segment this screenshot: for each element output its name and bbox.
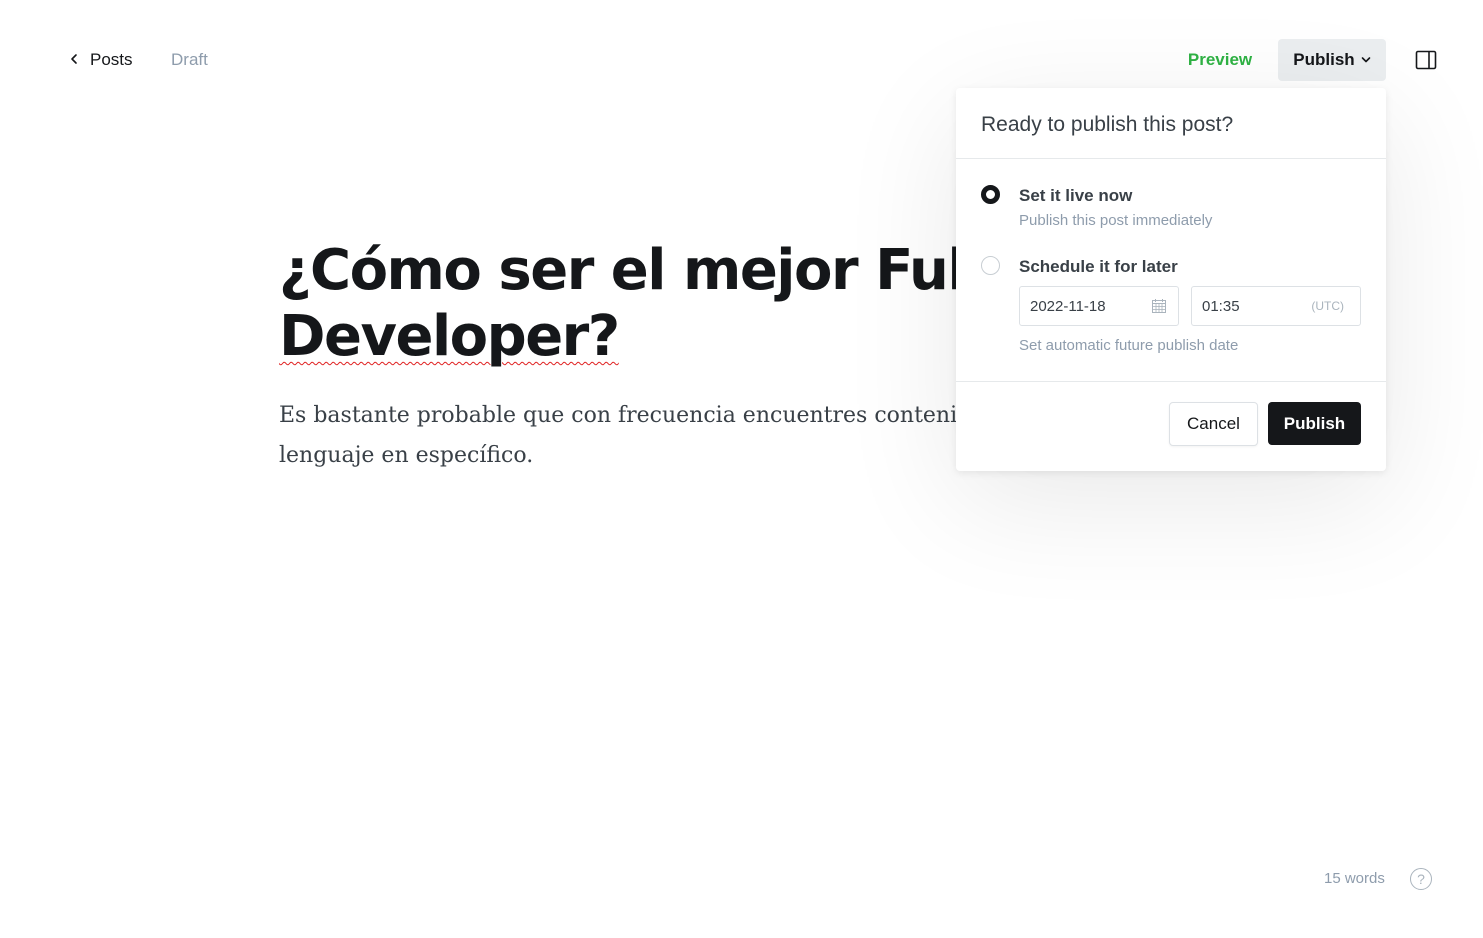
- schedule-date-value: 2022-11-18: [1030, 297, 1106, 315]
- publish-menu-button[interactable]: Publish: [1278, 39, 1386, 81]
- editor-page: Posts Draft Preview Publish ¿Cómo ser el…: [0, 0, 1483, 938]
- post-status-label: Draft: [171, 50, 208, 69]
- chevron-left-icon: [68, 50, 80, 70]
- help-icon[interactable]: ?: [1410, 868, 1432, 890]
- post-title-misspelled-word: Developer?: [279, 304, 620, 369]
- popover-divider: [956, 158, 1386, 159]
- word-count: 15 words: [1324, 870, 1385, 887]
- option-schedule-label[interactable]: Schedule it for later: [1019, 257, 1178, 277]
- calendar-icon[interactable]: [1151, 298, 1167, 314]
- publish-menu-label: Publish: [1293, 50, 1355, 69]
- confirm-publish-button[interactable]: Publish: [1268, 402, 1361, 445]
- back-link-label: Posts: [90, 50, 133, 69]
- back-to-posts-link[interactable]: Posts: [68, 48, 133, 72]
- schedule-time-input[interactable]: 01:35 (UTC): [1191, 286, 1361, 326]
- option-live-now-label[interactable]: Set it live now: [1019, 186, 1132, 206]
- schedule-time-value: 01:35: [1202, 297, 1240, 315]
- option-schedule-description: Set automatic future publish date: [1019, 337, 1239, 354]
- radio-schedule-later[interactable]: [981, 256, 1000, 275]
- post-title-text: ¿Cómo ser el mejor Full: [279, 238, 1001, 303]
- schedule-date-input[interactable]: 2022-11-18: [1019, 286, 1179, 326]
- popover-title: Ready to publish this post?: [981, 113, 1234, 136]
- chevron-down-icon: [1361, 50, 1371, 70]
- sidebar-panel-icon[interactable]: [1414, 48, 1438, 72]
- timezone-label: (UTC): [1311, 299, 1344, 313]
- radio-live-now[interactable]: [981, 185, 1000, 204]
- help-glyph: ?: [1417, 871, 1425, 887]
- option-live-now-description: Publish this post immediately: [1019, 212, 1213, 229]
- cancel-button[interactable]: Cancel: [1169, 402, 1258, 446]
- preview-button[interactable]: Preview: [1180, 40, 1260, 80]
- popover-footer-divider: [956, 381, 1386, 382]
